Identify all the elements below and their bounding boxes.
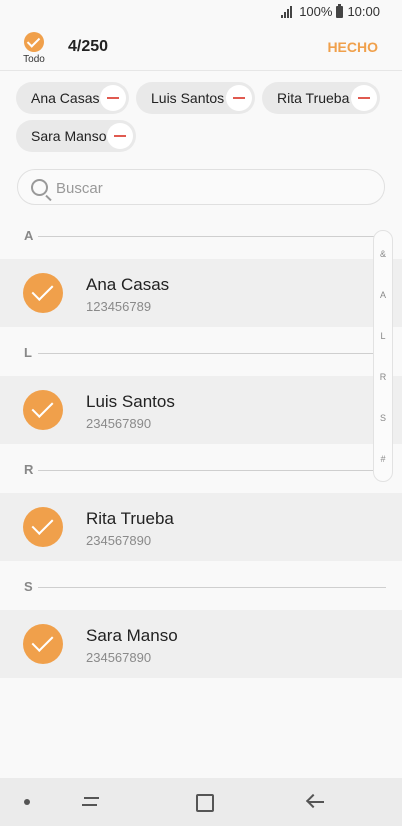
system-navigation-bar — [0, 778, 402, 826]
divider — [38, 470, 386, 471]
chip-label: Luis Santos — [151, 90, 225, 106]
status-bar: 100% 10:00 — [0, 0, 402, 24]
chip-ana-casas[interactable]: Ana Casas — [16, 82, 129, 114]
selection-header: Todo 4/250 HECHO — [0, 24, 402, 71]
remove-icon[interactable] — [100, 85, 126, 111]
done-button[interactable]: HECHO — [327, 39, 378, 55]
index-item[interactable]: A — [374, 290, 392, 300]
contact-name: Luis Santos — [86, 392, 175, 411]
select-all-checkbox[interactable]: Todo — [20, 32, 48, 65]
divider — [38, 587, 386, 588]
index-item[interactable]: & — [374, 249, 392, 259]
search-icon — [31, 179, 48, 196]
contact-number: 123456789 — [86, 299, 152, 314]
hide-keyboard-dot-icon[interactable] — [24, 799, 30, 805]
remove-icon[interactable] — [107, 123, 133, 149]
search-box[interactable] — [17, 169, 385, 205]
section-letter: R — [24, 462, 34, 477]
recent-apps-icon[interactable] — [82, 795, 99, 809]
section-letter: S — [24, 579, 33, 594]
check-icon — [24, 32, 44, 52]
index-item[interactable]: L — [374, 331, 392, 341]
contact-number: 234567890 — [86, 650, 152, 665]
selected-count: 4/250 — [68, 38, 109, 55]
home-icon[interactable] — [196, 794, 214, 812]
divider — [38, 236, 386, 237]
search-input[interactable] — [54, 176, 358, 200]
alphabet-index-bar[interactable]: & A L R S # — [373, 230, 393, 482]
selected-check-icon[interactable] — [23, 507, 63, 547]
remove-icon[interactable] — [226, 85, 252, 111]
selected-check-icon[interactable] — [23, 624, 63, 664]
contact-name: Ana Casas — [86, 275, 170, 294]
section-header-a: A — [0, 224, 402, 248]
section-letter: L — [24, 345, 32, 360]
index-item[interactable]: # — [374, 454, 392, 464]
selected-check-icon[interactable] — [23, 273, 63, 313]
contact-row[interactable]: Ana Casas 123456789 — [0, 259, 402, 327]
back-arrow-icon[interactable] — [308, 801, 324, 803]
section-header-s: S — [0, 575, 402, 599]
contact-row[interactable]: Sara Manso 234567890 — [0, 610, 402, 678]
contact-name: Rita Trueba — [86, 509, 174, 528]
contact-row[interactable]: Rita Trueba 234567890 — [0, 493, 402, 561]
chip-luis-santos[interactable]: Luis Santos — [136, 82, 255, 114]
battery-icon — [336, 3, 344, 18]
remove-icon[interactable] — [351, 85, 377, 111]
battery-percent: 100% — [299, 4, 333, 19]
contact-row[interactable]: Luis Santos 234567890 — [0, 376, 402, 444]
section-header-l: L — [0, 341, 402, 365]
index-item[interactable]: S — [374, 413, 392, 423]
chip-label: Sara Manso — [31, 128, 107, 144]
chip-rita-trueba[interactable]: Rita Trueba — [262, 82, 380, 114]
section-letter: A — [24, 228, 34, 243]
chip-label: Ana Casas — [31, 90, 100, 106]
clock: 10:00 — [347, 4, 380, 19]
signal-icon — [281, 5, 295, 18]
divider — [38, 353, 386, 354]
selected-check-icon[interactable] — [23, 390, 63, 430]
contact-number: 234567890 — [86, 416, 152, 431]
select-all-label: Todo — [23, 54, 45, 65]
chip-sara-manso[interactable]: Sara Manso — [16, 120, 136, 152]
index-item[interactable]: R — [374, 372, 392, 382]
contact-number: 234567890 — [86, 533, 152, 548]
chip-label: Rita Trueba — [277, 90, 350, 106]
section-header-r: R — [0, 458, 402, 482]
contact-name: Sara Manso — [86, 626, 178, 645]
